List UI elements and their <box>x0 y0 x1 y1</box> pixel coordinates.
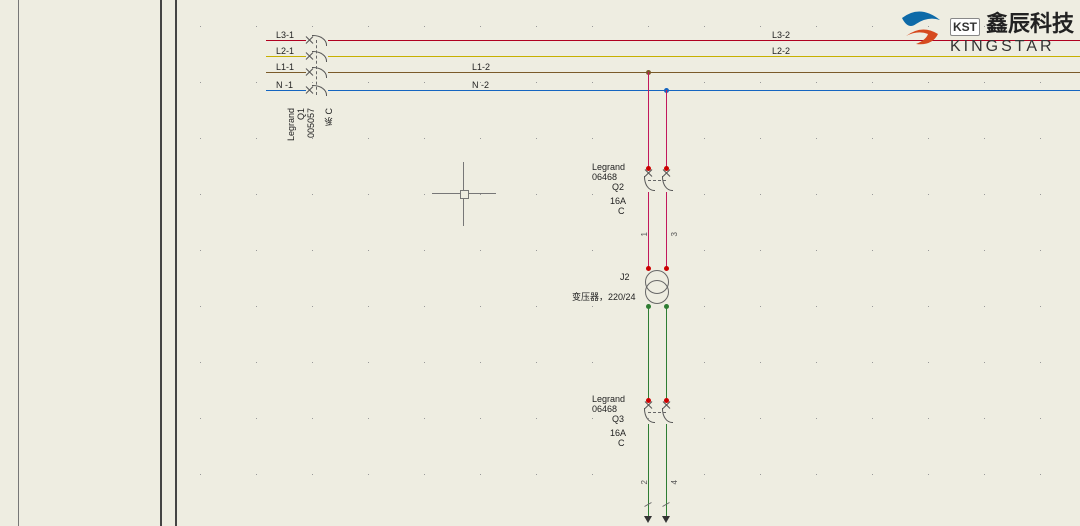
wire-N-main <box>328 90 1080 91</box>
wire-L2-main <box>328 56 1080 57</box>
wire-Q2-J2-b <box>666 192 667 270</box>
label-Q1-mfr: Legrand <box>286 108 296 141</box>
label-L1-left: L1-1 <box>276 62 294 72</box>
label-L1-mid: L1-2 <box>472 62 490 72</box>
breaker-Q2-pole2[interactable] <box>658 170 676 192</box>
label-L2-left: L2-1 <box>276 46 294 56</box>
arrow-out-a <box>644 516 652 523</box>
brand-logo: KST 鑫辰科技 KINGSTAR <box>898 6 1074 56</box>
wire-tap-b <box>666 90 667 170</box>
wire-tap-a <box>648 72 649 170</box>
schematic-canvas[interactable]: KST 鑫辰科技 KINGSTAR L3-1 L2-1 L1-1 N -1 L3… <box>0 0 1080 526</box>
arrow-out-b <box>662 516 670 523</box>
label-Q1-rate: 系 C <box>322 108 335 126</box>
crosshair-cursor-icon <box>432 162 496 226</box>
wire-N-left <box>266 90 306 91</box>
wire-L1-main <box>328 72 1080 73</box>
brand-en: KINGSTAR <box>950 38 1074 56</box>
label-Q3-ref: Q3 <box>612 414 624 424</box>
label-N-left: N -1 <box>276 80 293 90</box>
label-Q3-rC: C <box>618 438 625 448</box>
wire-L1-left <box>266 72 306 73</box>
transformer-J2[interactable] <box>644 270 670 304</box>
label-N-mid: N -2 <box>472 80 489 90</box>
term-Q2-out-a: 1 <box>640 232 649 236</box>
breaker-Q1-link <box>316 40 317 95</box>
sheet-border-left-outer <box>160 0 162 526</box>
wire-Q2-J2-a <box>648 192 649 270</box>
node-Q2-in-a <box>646 166 651 171</box>
label-Q2-mfr: Legrand <box>592 162 625 172</box>
label-Q2-part: 06468 <box>592 172 617 182</box>
label-Q3-rA: 16A <box>610 428 626 438</box>
label-Q2-rC: C <box>618 206 625 216</box>
node-Q2-in-b <box>664 166 669 171</box>
label-Q2-ref: Q2 <box>612 182 624 192</box>
sheet-border-left-inner <box>175 0 177 526</box>
label-J2-ref: J2 <box>620 272 630 282</box>
label-Q1-part: 005057 <box>306 108 316 138</box>
breaker-Q3-pole1[interactable] <box>640 402 658 424</box>
label-L3-left: L3-1 <box>276 30 294 40</box>
wire-J2-Q3-a <box>648 306 649 400</box>
brand-cn: 鑫辰科技 <box>986 6 1074 38</box>
breaker-Q1-pole-N[interactable] <box>306 81 328 99</box>
label-Q1-ref: Q1 <box>296 108 306 120</box>
breaker-Q3-pole2[interactable] <box>658 402 676 424</box>
breaker-Q3-link <box>648 412 666 413</box>
term-Q3-out-b: 4 <box>670 480 679 484</box>
breaker-Q1-pole-L1[interactable] <box>306 63 328 81</box>
label-Q2-rA: 16A <box>610 196 626 206</box>
wire-L3-left <box>266 40 306 41</box>
label-Q3-mfr: Legrand <box>592 394 625 404</box>
label-L3-right: L3-2 <box>772 30 790 40</box>
term-Q3-out-a: 2 <box>640 480 649 484</box>
label-L2-right: L2-2 <box>772 46 790 56</box>
breaker-Q2-link <box>648 180 666 181</box>
breaker-Q2-pole1[interactable] <box>640 170 658 192</box>
wire-J2-Q3-b <box>666 306 667 400</box>
wire-L2-left <box>266 56 306 57</box>
brand-kst: KST <box>950 18 980 36</box>
brand-swoosh-icon <box>898 10 944 52</box>
label-Q3-part: 06468 <box>592 404 617 414</box>
ruler-gutter <box>0 0 19 526</box>
label-J2-desc: 变压器，220/24 <box>572 290 636 303</box>
term-Q2-out-b: 3 <box>670 232 679 236</box>
